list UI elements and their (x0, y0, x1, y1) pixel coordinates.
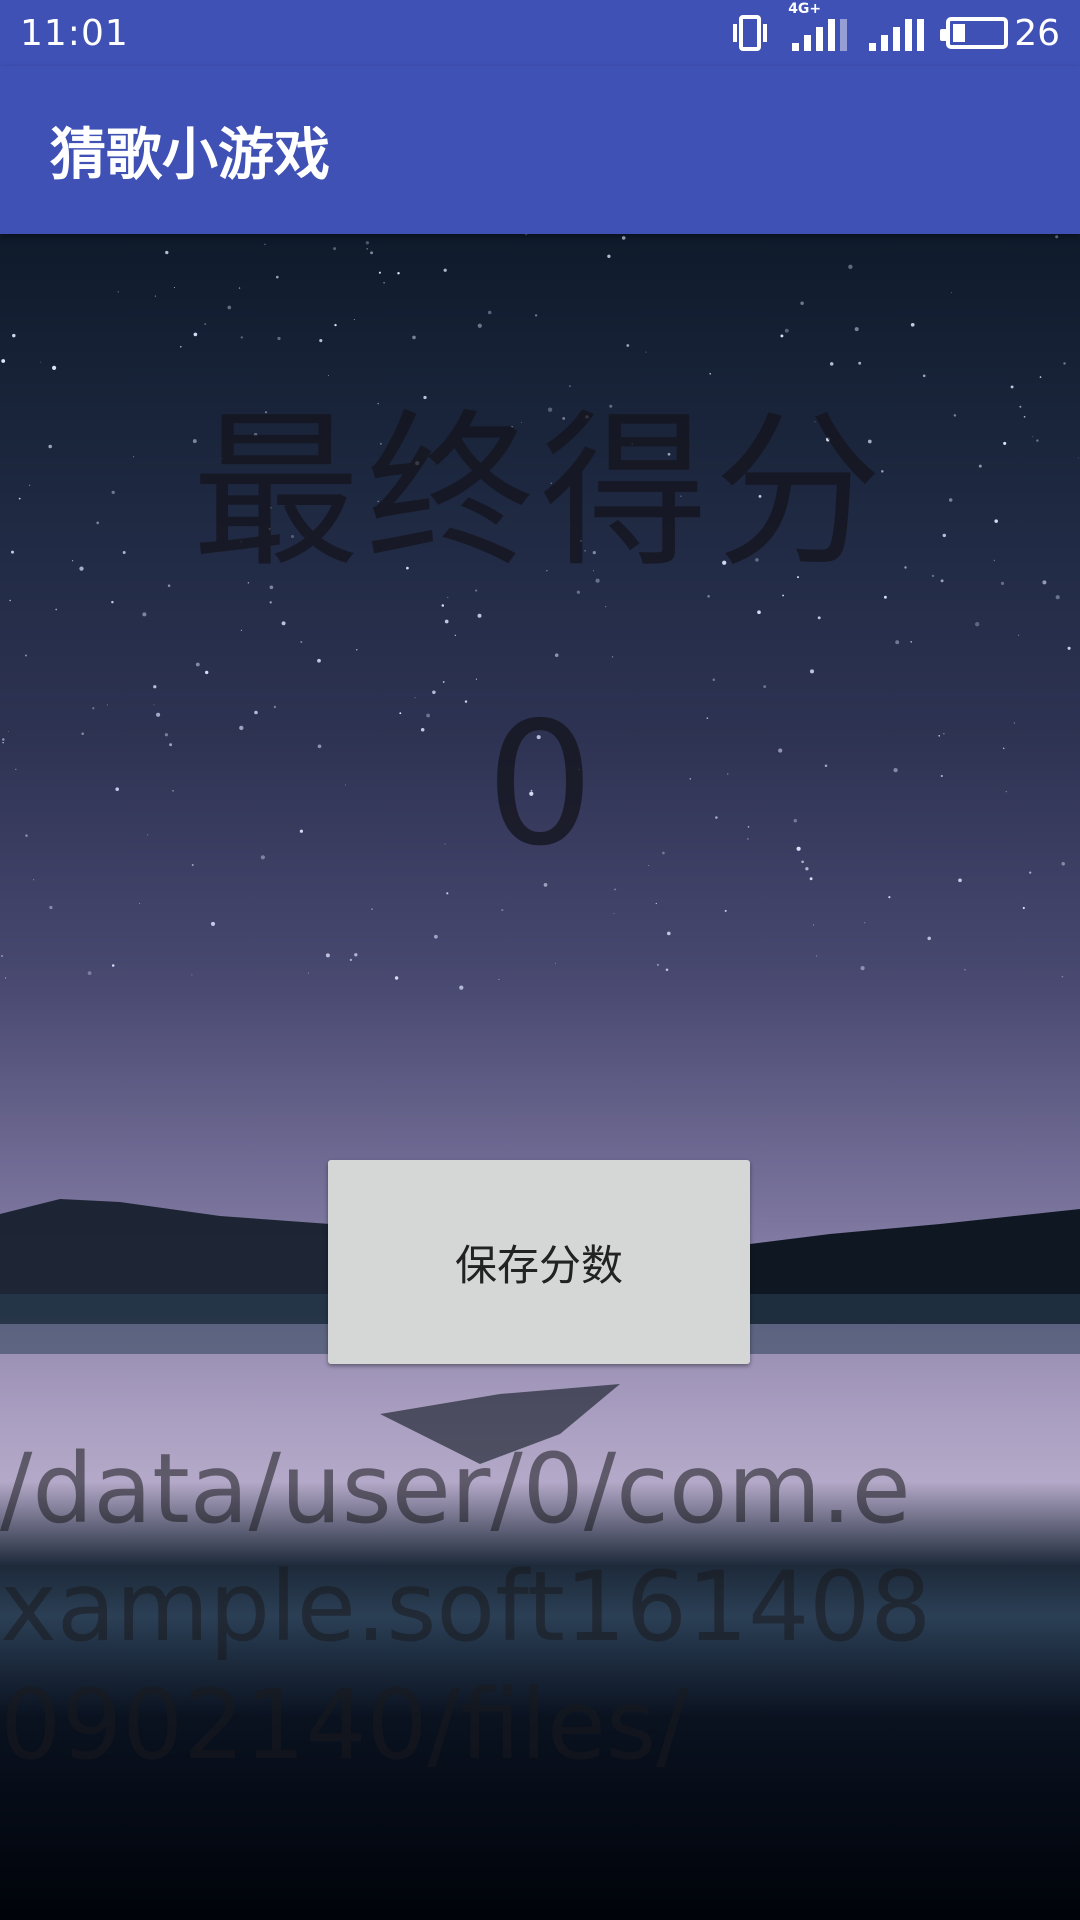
signal-icon (869, 15, 925, 51)
signal-4g-icon: 4G+ (788, 1, 848, 51)
network-type-label: 4G+ (788, 1, 822, 17)
file-path-text: /data/user/0/com.example.soft16140809021… (0, 1433, 932, 1781)
final-score-label: 最终得分 (192, 394, 888, 590)
status-time: 11:01 (20, 12, 129, 54)
battery-icon: 26 (940, 12, 1060, 54)
save-score-button[interactable]: 保存分数 (328, 1160, 750, 1364)
app-title: 猜歌小游戏 (50, 122, 330, 188)
vibrate-icon (730, 15, 770, 51)
status-icons: 4G+ 26 (730, 1, 1060, 54)
app-bar: 猜歌小游戏 (0, 66, 1080, 234)
final-score-value: 0 (485, 686, 595, 884)
battery-level: 26 (1014, 12, 1060, 54)
screen: 11:01 4G+ 26 猜歌小游戏 最终得分 0 保存分数 /data/use… (0, 0, 1080, 1920)
status-bar: 11:01 4G+ 26 (0, 0, 1080, 66)
